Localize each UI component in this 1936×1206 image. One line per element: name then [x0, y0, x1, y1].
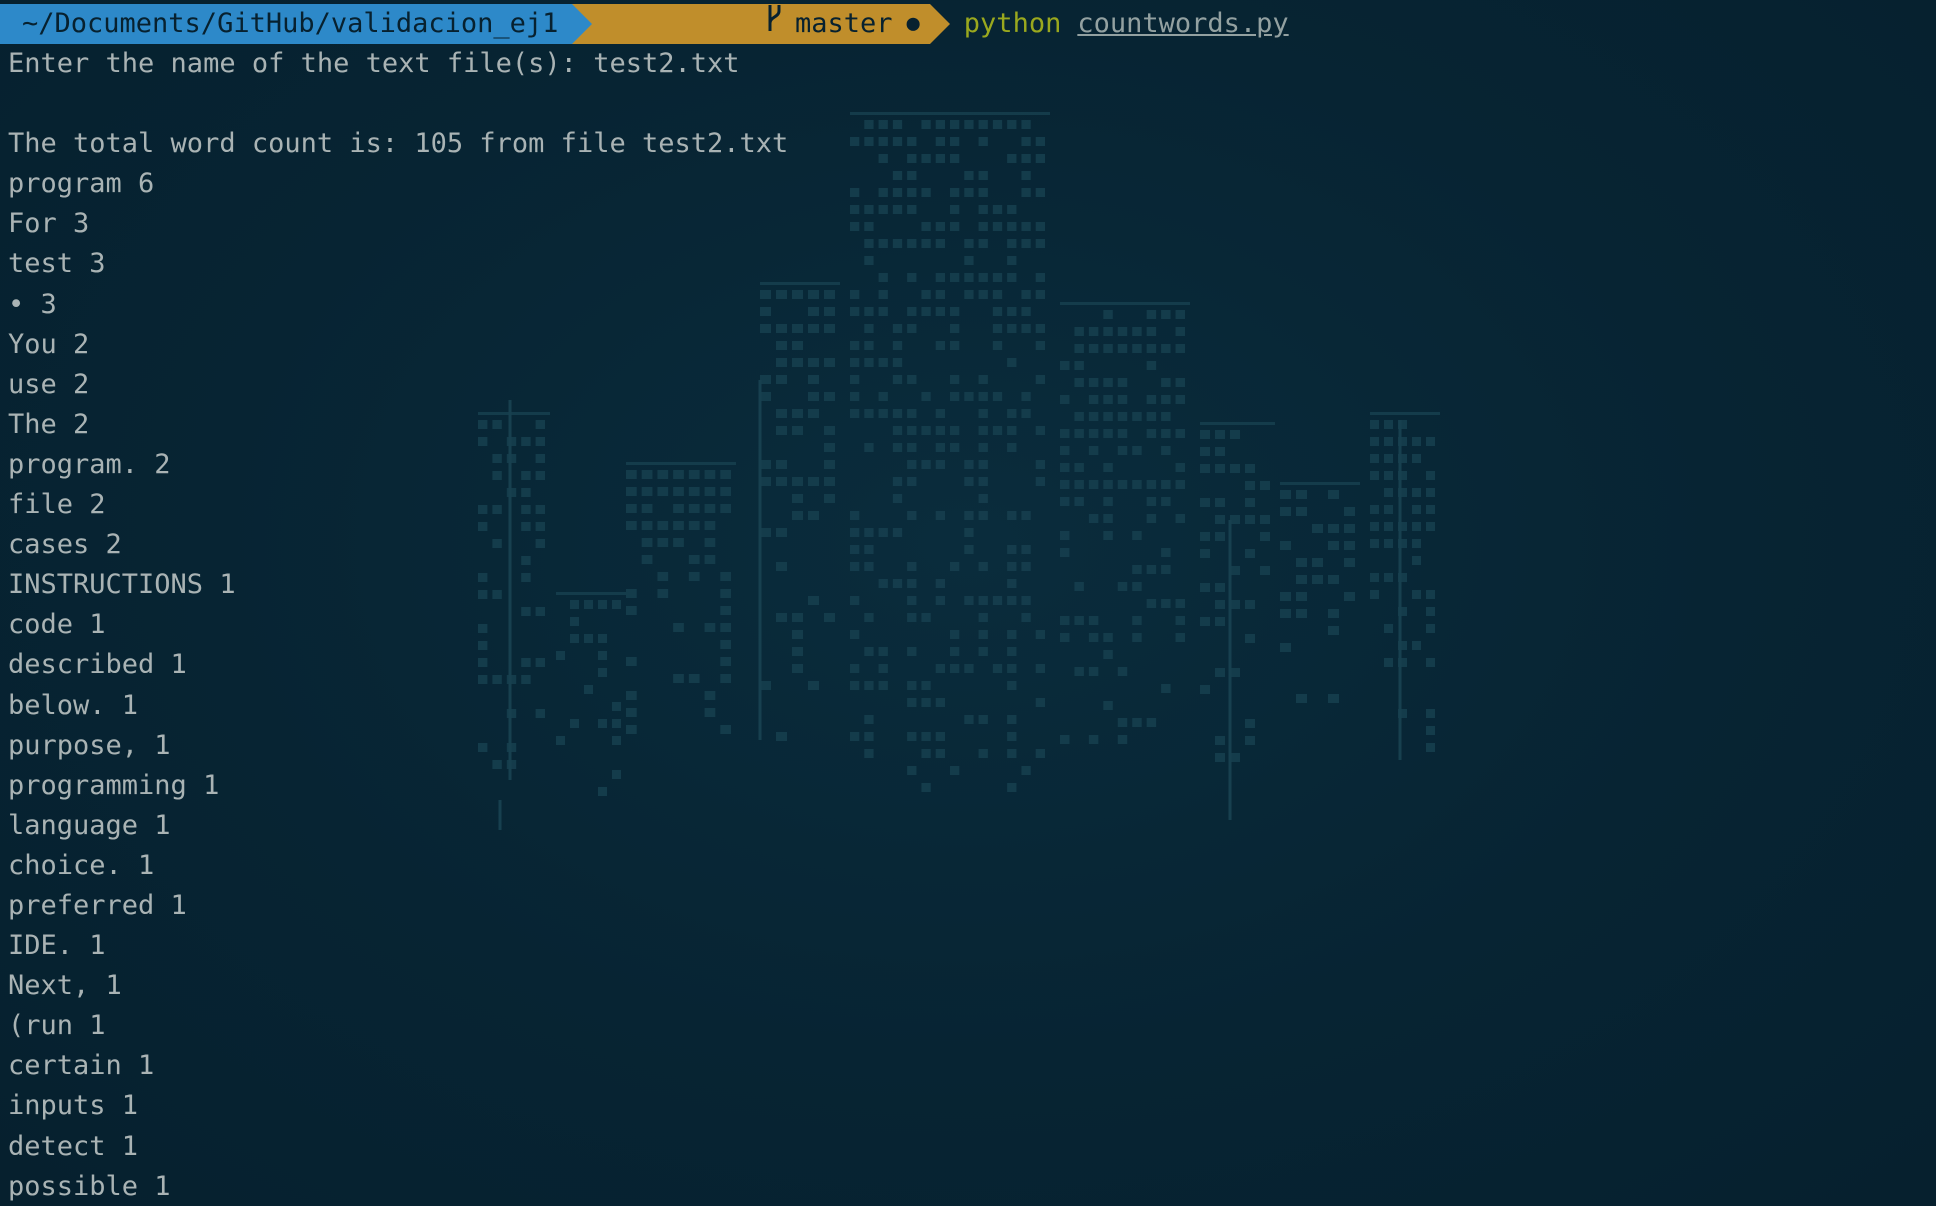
shell-prompt: ~/Documents/GitHub/validacion_ej1 master…	[0, 4, 1936, 44]
word-count-row: programming 1	[8, 769, 220, 801]
git-branch-name: master	[795, 8, 893, 39]
word-count-row: language 1	[8, 809, 171, 841]
word-count-row: (run 1	[8, 1010, 106, 1042]
word-count-row: file 2	[8, 489, 106, 521]
word-count-row: INSTRUCTIONS 1	[8, 569, 236, 601]
word-count-row: use 2	[8, 368, 90, 400]
terminal-window[interactable]: ~/Documents/GitHub/validacion_ej1 master…	[0, 0, 1936, 1206]
word-count-row: program 6	[8, 168, 155, 200]
git-dirty-indicator-icon: ●	[906, 11, 920, 36]
word-count-row: possible 1	[8, 1170, 171, 1202]
word-count-row: preferred 1	[8, 889, 187, 921]
word-count-row: inputs 1	[8, 1090, 139, 1122]
word-count-row: The 2	[8, 408, 90, 440]
input-prompt-line: Enter the name of the text file(s): test…	[8, 48, 740, 79]
total-count-line: The total word count is: 105 from file t…	[8, 128, 789, 160]
word-count-row: cases 2	[8, 529, 122, 561]
word-count-row: Next, 1	[8, 970, 122, 1002]
word-count-row: • 3	[8, 288, 57, 320]
git-status-segment: master ●	[592, 4, 930, 44]
word-count-row: code 1	[8, 609, 106, 641]
word-count-row: For 3	[8, 208, 90, 240]
word-count-row: IDE. 1	[8, 930, 106, 962]
word-count-row: detect 1	[8, 1130, 139, 1162]
prompt-separator-arrow	[572, 4, 593, 44]
prompt-end-arrow	[929, 4, 950, 44]
word-count-row: below. 1	[8, 689, 139, 721]
word-count-row: You 2	[8, 328, 90, 360]
prompt-path: ~/Documents/GitHub/validacion_ej1	[0, 4, 573, 44]
word-count-row: described 1	[8, 649, 187, 681]
command-name: python	[963, 8, 1062, 39]
word-count-row: certain 1	[8, 1050, 155, 1082]
word-count-row: choice. 1	[8, 849, 155, 881]
word-count-row: purpose, 1	[8, 729, 171, 761]
word-count-row: test 3	[8, 248, 106, 280]
terminal-content: ~/Documents/GitHub/validacion_ej1 master…	[0, 4, 1936, 1206]
word-count-list: program 6 For 3 test 3 • 3 You 2 use 2 T…	[8, 164, 1936, 1206]
command-argument: countwords.py	[1077, 8, 1289, 39]
word-count-row: program. 2	[8, 448, 171, 480]
